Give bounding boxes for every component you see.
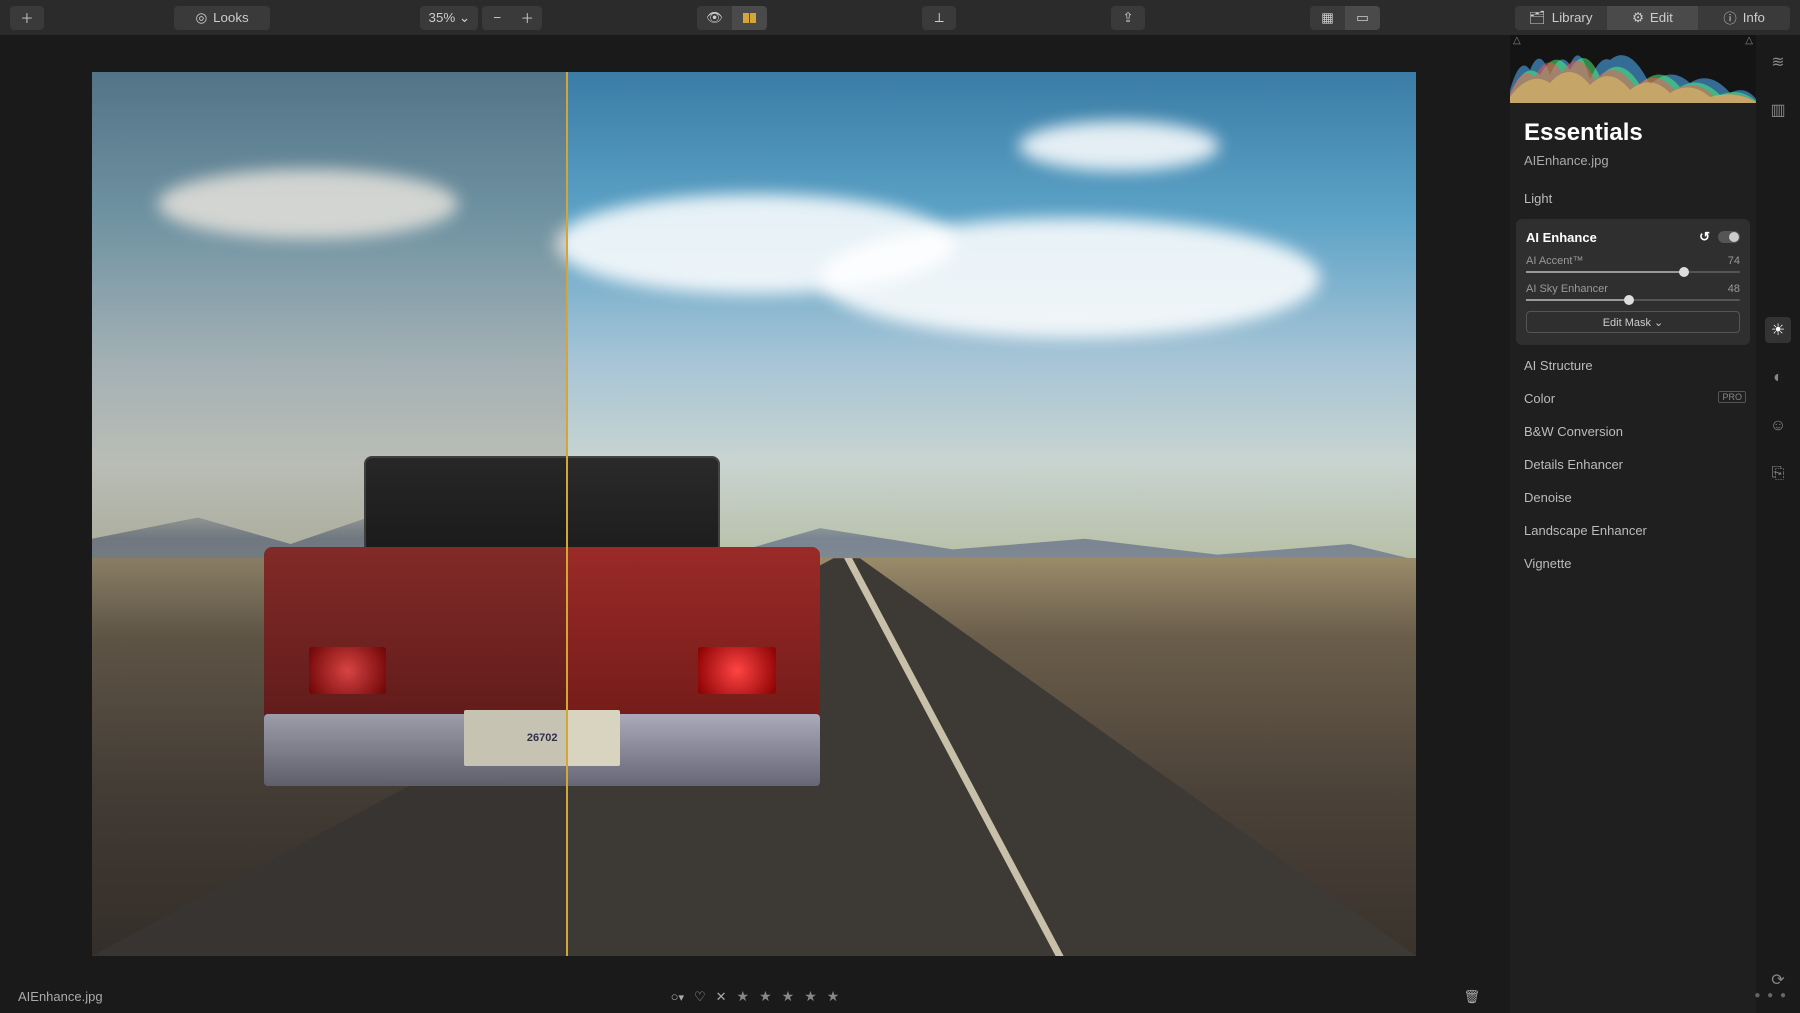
view-group: ▦ ▭ — [1310, 6, 1380, 30]
layers-icon[interactable]: ≋ — [1765, 49, 1791, 75]
plus-icon: ＋ — [20, 8, 33, 27]
grid-view-button[interactable]: ▦ — [1310, 6, 1345, 30]
image-canvas[interactable]: 26702 26702 — [92, 72, 1416, 956]
highlight-clip-indicator[interactable]: △ — [1745, 35, 1753, 46]
star-3[interactable]: ★ — [782, 988, 795, 1005]
bottom-actions: ○▾ ♡ ✕ ★ ★ ★ ★ ★ — [671, 988, 840, 1005]
zoom-level-dropdown[interactable]: 35% ⌄ — [420, 6, 478, 30]
pro-tools-icon[interactable]: ⎘ — [1765, 461, 1791, 487]
split-compare-icon — [743, 13, 756, 23]
section-color[interactable]: Color PRO — [1510, 382, 1756, 415]
library-label: Library — [1552, 10, 1593, 25]
color-tag-button[interactable]: ○▾ — [671, 989, 684, 1004]
looks-label: Looks — [213, 10, 249, 25]
star-4[interactable]: ★ — [804, 988, 817, 1005]
compare-group: 👁 — [697, 6, 767, 30]
library-mode-button[interactable]: 🗂 Library — [1515, 6, 1607, 30]
panel-title: Essentials — [1510, 103, 1756, 153]
info-label: Info — [1743, 10, 1765, 25]
histogram-graph — [1510, 35, 1756, 103]
crop-button[interactable]: ⟂ — [922, 6, 956, 30]
mode-switcher: 🗂 Library ⚙ Edit ⓘ Info — [1515, 6, 1790, 30]
zoom-in-button[interactable]: ＋ — [512, 6, 542, 30]
section-light[interactable]: Light — [1510, 182, 1756, 215]
share-icon: ⇪ — [1122, 10, 1133, 26]
compare-divider[interactable] — [566, 72, 568, 956]
ai-accent-value: 74 — [1728, 255, 1740, 267]
single-view-button[interactable]: ▭ — [1345, 6, 1380, 30]
export-button[interactable]: ⇪ — [1111, 6, 1145, 30]
portrait-icon[interactable]: ☺ — [1765, 413, 1791, 439]
compare-split-button[interactable] — [732, 6, 767, 30]
preview-toggle-button[interactable]: 👁 — [697, 6, 732, 30]
bottom-filename: AIEnhance.jpg — [18, 989, 103, 1004]
tool-icon-strip: ≋ ▥ ☀ ◐ ☺ ⎘ ⟳ — [1756, 35, 1800, 1013]
reset-icon[interactable]: ↺ — [1699, 229, 1710, 245]
zoom-group: − ＋ — [482, 6, 542, 30]
info-mode-button[interactable]: ⓘ Info — [1698, 6, 1790, 30]
section-ai-structure[interactable]: AI Structure — [1510, 349, 1756, 382]
star-2[interactable]: ★ — [759, 988, 772, 1005]
ai-sky-label: AI Sky Enhancer — [1526, 283, 1608, 295]
looks-icon: ◎ — [195, 10, 207, 26]
ai-accent-label: AI Accent™ — [1526, 255, 1583, 267]
panel-filename: AIEnhance.jpg — [1510, 153, 1756, 182]
ai-sky-slider[interactable]: AI Sky Enhancer 48 — [1526, 283, 1740, 301]
ai-accent-slider[interactable]: AI Accent™ 74 — [1526, 255, 1740, 273]
edit-mode-button[interactable]: ⚙ Edit — [1607, 6, 1699, 30]
zoom-label: 35% ⌄ — [429, 10, 471, 26]
favorite-button[interactable]: ♡ — [694, 989, 706, 1005]
pro-badge: PRO — [1718, 391, 1746, 403]
zoom-out-button[interactable]: − — [482, 6, 512, 30]
before-image: 26702 — [92, 72, 567, 956]
ai-sky-value: 48 — [1728, 283, 1740, 295]
section-vignette[interactable]: Vignette — [1510, 547, 1756, 580]
edit-label: Edit — [1650, 10, 1673, 25]
creative-icon[interactable]: ◐ — [1765, 365, 1791, 391]
eye-icon: 👁 — [706, 10, 723, 26]
right-panel: △ △ Essentials AIEnhance.jpg Light AI En… — [1510, 35, 1756, 1013]
color-label: Color — [1524, 391, 1555, 406]
canvas-icon[interactable]: ▥ — [1765, 97, 1791, 123]
section-denoise[interactable]: Denoise — [1510, 481, 1756, 514]
bottom-bar: AIEnhance.jpg ○▾ ♡ ✕ ★ ★ ★ ★ ★ 🗑 — [0, 980, 1510, 1013]
histogram[interactable]: △ △ — [1510, 35, 1756, 103]
canvas-area: 26702 26702 — [0, 35, 1510, 980]
license-plate: 26702 — [464, 710, 567, 766]
sliders-icon: ⚙ — [1632, 10, 1644, 26]
crop-icon: ⟂ — [935, 10, 944, 26]
star-1[interactable]: ★ — [737, 988, 750, 1005]
info-icon: ⓘ — [1723, 8, 1736, 27]
section-ai-enhance[interactable]: AI Enhance ↺ AI Accent™ 74 AI Sky Enhanc… — [1516, 219, 1750, 345]
minus-icon: − — [493, 10, 501, 25]
section-bw[interactable]: B&W Conversion — [1510, 415, 1756, 448]
library-icon: 🗂 — [1529, 10, 1546, 26]
looks-button[interactable]: ◎ Looks — [174, 6, 271, 30]
more-icon[interactable]: ● ● ● — [1754, 990, 1788, 1001]
reject-button[interactable]: ✕ — [716, 989, 727, 1005]
star-5[interactable]: ★ — [827, 988, 840, 1005]
add-button[interactable]: ＋ — [10, 6, 44, 30]
rect-icon: ▭ — [1356, 10, 1369, 26]
section-landscape[interactable]: Landscape Enhancer — [1510, 514, 1756, 547]
grid-icon: ▦ — [1321, 10, 1334, 26]
edit-mask-button[interactable]: Edit Mask ⌄ — [1526, 311, 1740, 333]
ai-enhance-toggle[interactable] — [1718, 231, 1740, 243]
shadow-clip-indicator[interactable]: △ — [1513, 35, 1521, 46]
section-details[interactable]: Details Enhancer — [1510, 448, 1756, 481]
ai-enhance-title: AI Enhance — [1526, 230, 1597, 245]
plus-icon: ＋ — [521, 8, 534, 27]
essentials-icon[interactable]: ☀ — [1765, 317, 1791, 343]
top-toolbar: ＋ ◎ Looks 35% ⌄ − ＋ 👁 ⟂ ⇪ ▦ ▭ 🗂 Library ⚙… — [0, 0, 1800, 35]
trash-button[interactable]: 🗑 — [1463, 989, 1480, 1005]
